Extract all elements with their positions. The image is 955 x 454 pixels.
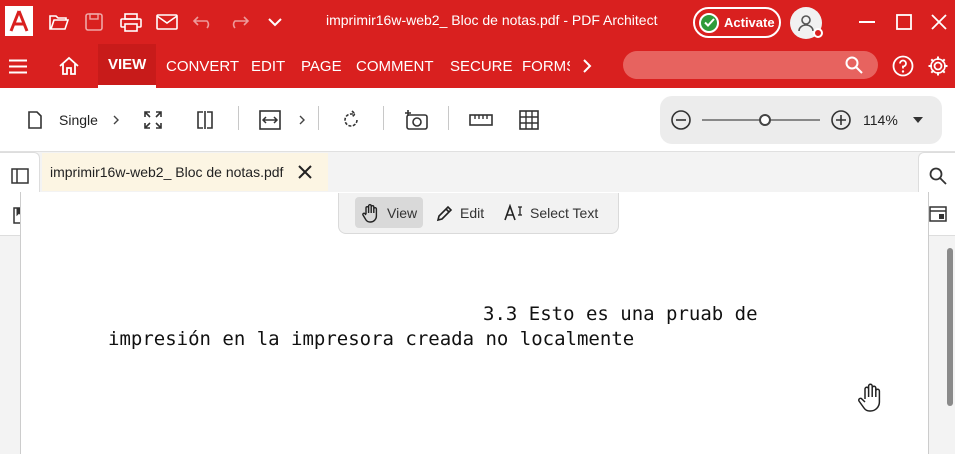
zoom-out-icon[interactable] [670,109,692,131]
pencil-icon [436,205,453,221]
window-title: imprimir16w-web2_ Bloc de notas.pdf - PD… [326,12,658,28]
tab-comment[interactable]: COMMENT [356,44,434,88]
select-text-button[interactable]: Select Text [498,197,604,228]
app-logo-icon [5,6,33,36]
properties-panel-icon[interactable] [928,204,948,224]
tab-forms[interactable]: FORMS [522,44,570,88]
tab-page[interactable]: PAGE [301,44,342,88]
select-text-label: Select Text [530,204,599,221]
status-dot [813,28,823,38]
settings-gear-icon[interactable] [926,54,950,78]
save-icon[interactable] [84,12,104,32]
home-icon[interactable] [56,54,82,78]
view-mode-label: View [387,204,418,221]
search-input[interactable] [623,51,878,79]
page-mode-chevron-icon[interactable] [110,113,122,127]
edit-mode-label: Edit [460,204,485,221]
two-page-icon[interactable] [194,109,216,131]
user-avatar[interactable] [790,7,823,39]
hamburger-menu-icon[interactable] [6,56,30,76]
help-icon[interactable] [891,54,915,78]
minimize-icon[interactable] [855,12,879,32]
document-text-line-2: impresión en la impresora creada no loca… [108,328,635,350]
edit-mode-button[interactable]: Edit [430,197,490,228]
hand-icon [362,203,378,223]
title-bar: imprimir16w-web2_ Bloc de notas.pdf - PD… [0,0,955,44]
hand-cursor-icon [856,382,886,414]
document-tab-label: imprimir16w-web2_ Bloc de notas.pdf [50,164,284,180]
view-mode-button[interactable]: View [355,197,424,228]
toolbar-divider [318,106,319,130]
ruler-icon[interactable] [468,111,494,129]
vertical-scrollbar[interactable] [947,248,953,406]
toolbar-divider [238,106,239,130]
activate-label: Activate [724,15,775,30]
sidebar-toggle-icon[interactable] [10,166,30,186]
tab-edit[interactable]: EDIT [251,44,285,88]
fullscreen-icon[interactable] [142,109,164,131]
fit-width-icon[interactable] [258,109,282,131]
document-text-line-1: 3.3 Esto es una pruab de [483,303,758,325]
find-icon[interactable] [928,166,948,186]
grid-icon[interactable] [518,109,540,131]
chevron-right-icon[interactable] [578,56,596,76]
tab-convert[interactable]: CONVERT [166,44,239,88]
text-select-icon [504,203,522,220]
tab-view[interactable]: VIEW [98,44,157,88]
toolbar-divider [383,106,384,130]
print-icon[interactable] [119,12,143,32]
zoom-in-icon[interactable] [830,109,852,131]
activate-button[interactable]: Activate [693,7,781,38]
zoom-level: 114% [863,112,898,128]
maximize-icon[interactable] [892,12,916,32]
single-page-icon[interactable] [26,110,44,130]
close-tab-icon[interactable] [297,164,313,180]
open-folder-icon[interactable] [48,12,70,32]
page-mode-label[interactable]: Single [59,112,98,128]
toolbar-divider [448,106,449,130]
zoom-slider-handle[interactable] [759,114,771,126]
undo-icon[interactable] [191,13,215,31]
document-tab[interactable]: imprimir16w-web2_ Bloc de notas.pdf [42,153,328,191]
zoom-dropdown-icon[interactable] [910,114,926,126]
snapshot-camera-icon[interactable] [403,108,429,132]
tab-secure[interactable]: SECURE [450,44,513,88]
close-window-icon[interactable] [927,12,951,32]
search-icon[interactable] [843,54,865,76]
email-icon[interactable] [155,13,179,31]
rotate-icon[interactable] [340,109,362,131]
redo-icon[interactable] [227,13,251,31]
fit-chevron-icon[interactable] [296,113,308,127]
check-circle-icon [699,12,719,33]
mode-switcher: View Edit Select Text [338,193,619,234]
quick-access-dropdown-icon[interactable] [264,14,286,30]
